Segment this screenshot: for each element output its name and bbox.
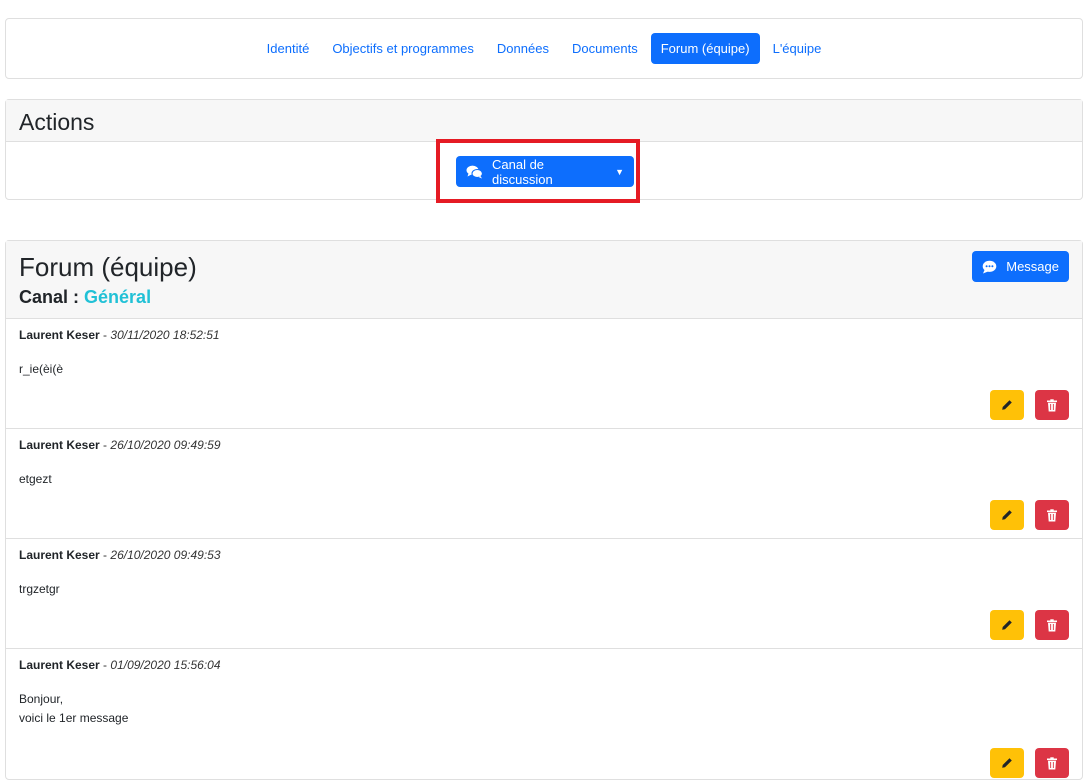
message-line: voici le 1er message (19, 711, 129, 725)
message-date: 26/10/2020 09:49:53 (110, 548, 221, 562)
actions-body: Canal de discussion ▼ (6, 139, 1082, 203)
actions-title: Actions (6, 100, 1082, 142)
tab-identite[interactable]: Identité (257, 33, 320, 64)
edit-message-button[interactable] (990, 390, 1024, 420)
comments-icon (466, 165, 483, 179)
tab-forum-equipe[interactable]: Forum (équipe) (650, 33, 760, 64)
message-actions (990, 610, 1069, 640)
message-author: Laurent Keser (19, 658, 100, 672)
channel-dropdown-label: Canal de discussion (492, 156, 553, 187)
trash-icon (1047, 398, 1057, 411)
message-meta: Laurent Keser - 30/11/2020 18:52:51 (19, 328, 1069, 342)
message-text: trgzetgr (19, 580, 1069, 599)
message-line: trgzetgr (19, 582, 60, 596)
message-text: r_ie(èi(è (19, 360, 1069, 379)
canal-name: Général (84, 287, 152, 307)
tab-lequipe[interactable]: L'équipe (763, 33, 832, 64)
comment-dots-icon (982, 260, 997, 274)
trash-icon (1047, 756, 1057, 769)
edit-message-button[interactable] (990, 610, 1024, 640)
pencil-icon (1002, 758, 1012, 768)
message-item: Laurent Keser - 26/10/2020 09:49:53 trgz… (6, 539, 1082, 649)
message-item: Laurent Keser - 01/09/2020 15:56:04 Bonj… (6, 649, 1082, 779)
tab-documents[interactable]: Documents (562, 33, 648, 64)
delete-message-button[interactable] (1035, 610, 1069, 640)
message-text: etgezt (19, 470, 1069, 489)
message-line: Bonjour, (19, 692, 64, 706)
message-meta: Laurent Keser - 01/09/2020 15:56:04 (19, 658, 1069, 672)
message-line: r_ie(èi(è (19, 362, 64, 376)
message-item: Laurent Keser - 30/11/2020 18:52:51 r_ie… (6, 319, 1082, 429)
message-actions (990, 390, 1069, 420)
pencil-icon (1002, 620, 1012, 630)
tab-navigation-card: Identité Objectifs et programmes Données… (5, 18, 1083, 79)
new-message-button[interactable]: Message (972, 251, 1069, 282)
canal-label: Canal : (19, 287, 80, 307)
tab-objectifs-et-programmes[interactable]: Objectifs et programmes (322, 33, 484, 64)
forum-card: Forum (équipe) Canal : Général Message L… (5, 240, 1083, 780)
new-message-label: Message (1006, 259, 1059, 274)
message-line: etgezt (19, 472, 52, 486)
message-meta: Laurent Keser - 26/10/2020 09:49:53 (19, 548, 1069, 562)
message-date: 30/11/2020 18:52:51 (110, 328, 220, 342)
channel-dropdown-button[interactable]: Canal de discussion ▼ (456, 156, 634, 187)
delete-message-button[interactable] (1035, 500, 1069, 530)
trash-icon (1047, 508, 1057, 521)
message-date: 26/10/2020 09:49:59 (110, 438, 221, 452)
tab-donnees[interactable]: Données (487, 33, 559, 64)
forum-header: Forum (équipe) Canal : Général Message (6, 241, 1082, 319)
actions-card: Actions Canal de discussion ▼ (5, 99, 1083, 203)
edit-message-button[interactable] (990, 500, 1024, 530)
forum-title: Forum (équipe) (19, 252, 197, 282)
pencil-icon (1002, 510, 1012, 520)
message-meta: Laurent Keser - 26/10/2020 09:49:59 (19, 438, 1069, 452)
message-author: Laurent Keser (19, 548, 100, 562)
message-author: Laurent Keser (19, 328, 100, 342)
caret-down-icon: ▼ (615, 166, 624, 177)
tab-navigation: Identité Objectifs et programmes Données… (6, 19, 1082, 78)
message-actions (990, 500, 1069, 530)
delete-message-button[interactable] (1035, 390, 1069, 420)
message-item: Laurent Keser - 26/10/2020 09:49:59 etge… (6, 429, 1082, 539)
pencil-icon (1002, 400, 1012, 410)
canal-line: Canal : Général (19, 287, 1069, 308)
message-text: Bonjour, voici le 1er message (19, 690, 1069, 728)
message-date: 01/09/2020 15:56:04 (110, 658, 221, 672)
trash-icon (1047, 618, 1057, 631)
message-author: Laurent Keser (19, 438, 100, 452)
